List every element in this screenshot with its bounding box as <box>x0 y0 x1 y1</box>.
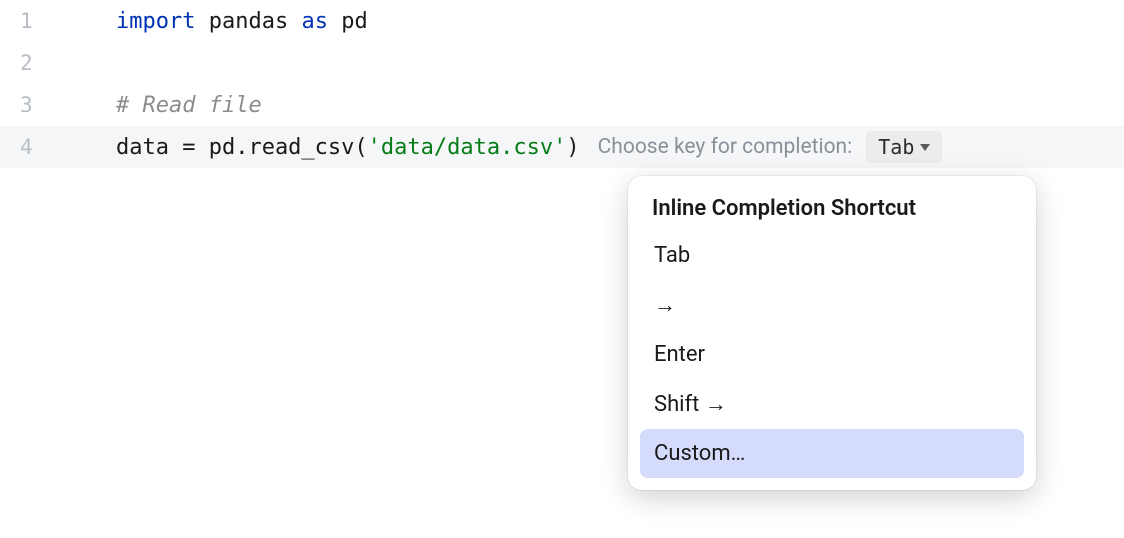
line-number: 4 <box>20 135 33 159</box>
popup-item-shift-arrow[interactable]: Shift → <box>640 379 1024 429</box>
popup-item-enter[interactable]: Enter <box>640 330 1024 379</box>
popup-title: Inline Completion Shortcut <box>640 192 1024 231</box>
line-number: 1 <box>20 9 33 33</box>
code-content[interactable]: import pandas as pd <box>100 9 1124 34</box>
line-number: 2 <box>20 51 33 75</box>
keyword: import <box>116 9 195 34</box>
comment: # Read file <box>116 93 262 118</box>
code-line-active[interactable]: 4 data = pd.read_csv('data/data.csv') Ch… <box>0 126 1124 168</box>
completion-hint: Choose key for completion: Tab <box>598 131 943 163</box>
code-line[interactable]: 1 import pandas as pd <box>0 0 1124 42</box>
string-literal: 'data/data.csv' <box>368 135 567 160</box>
code-content[interactable]: data = pd.read_csv('data/data.csv') Choo… <box>100 131 1124 163</box>
popup-item-custom[interactable]: Custom… <box>640 429 1024 478</box>
chevron-down-icon <box>920 144 930 151</box>
code-editor[interactable]: 1 import pandas as pd 2 3 # Read file 4 … <box>0 0 1124 168</box>
code-content[interactable]: # Read file <box>100 93 1124 118</box>
completion-hint-label: Choose key for completion: <box>598 135 853 159</box>
popup-item-tab[interactable]: Tab <box>640 231 1024 280</box>
completion-shortcut-popup: Inline Completion Shortcut Tab → Enter S… <box>628 176 1036 490</box>
code-line[interactable]: 2 <box>0 42 1124 84</box>
line-number: 3 <box>20 93 33 117</box>
keyword: as <box>301 9 328 34</box>
completion-key-dropdown[interactable]: Tab <box>866 131 942 163</box>
completion-key-value: Tab <box>878 135 914 159</box>
code-line[interactable]: 3 # Read file <box>0 84 1124 126</box>
popup-item-arrow[interactable]: → <box>640 280 1024 330</box>
